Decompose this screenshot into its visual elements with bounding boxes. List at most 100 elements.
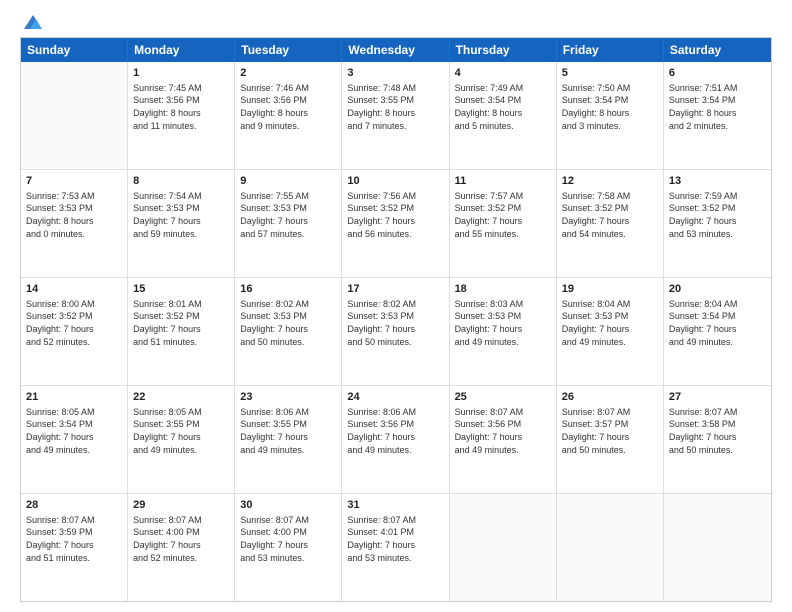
day-number: 26 (562, 390, 658, 405)
cell-text: Sunrise: 7:57 AM Sunset: 3:52 PM Dayligh… (455, 190, 551, 240)
cell-text: Sunrise: 8:00 AM Sunset: 3:52 PM Dayligh… (26, 298, 122, 348)
cell-text: Sunrise: 8:06 AM Sunset: 3:55 PM Dayligh… (240, 406, 336, 456)
day-number: 31 (347, 498, 443, 513)
calendar-cell: 10Sunrise: 7:56 AM Sunset: 3:52 PM Dayli… (342, 170, 449, 277)
calendar-cell: 21Sunrise: 8:05 AM Sunset: 3:54 PM Dayli… (21, 386, 128, 493)
day-number: 11 (455, 174, 551, 189)
day-number: 18 (455, 282, 551, 297)
calendar-cell: 22Sunrise: 8:05 AM Sunset: 3:55 PM Dayli… (128, 386, 235, 493)
day-number: 6 (669, 66, 766, 81)
calendar-cell: 17Sunrise: 8:02 AM Sunset: 3:53 PM Dayli… (342, 278, 449, 385)
calendar-cell: 27Sunrise: 8:07 AM Sunset: 3:58 PM Dayli… (664, 386, 771, 493)
day-number: 27 (669, 390, 766, 405)
day-number: 3 (347, 66, 443, 81)
calendar-cell: 13Sunrise: 7:59 AM Sunset: 3:52 PM Dayli… (664, 170, 771, 277)
header-day-saturday: Saturday (664, 38, 771, 62)
logo-icon (22, 11, 44, 33)
cell-text: Sunrise: 7:54 AM Sunset: 3:53 PM Dayligh… (133, 190, 229, 240)
header-day-thursday: Thursday (450, 38, 557, 62)
day-number: 28 (26, 498, 122, 513)
header-day-wednesday: Wednesday (342, 38, 449, 62)
cell-text: Sunrise: 8:03 AM Sunset: 3:53 PM Dayligh… (455, 298, 551, 348)
calendar-cell (557, 494, 664, 601)
calendar-cell: 3Sunrise: 7:48 AM Sunset: 3:55 PM Daylig… (342, 62, 449, 169)
calendar-cell: 4Sunrise: 7:49 AM Sunset: 3:54 PM Daylig… (450, 62, 557, 169)
cell-text: Sunrise: 7:55 AM Sunset: 3:53 PM Dayligh… (240, 190, 336, 240)
cell-text: Sunrise: 8:02 AM Sunset: 3:53 PM Dayligh… (240, 298, 336, 348)
day-number: 29 (133, 498, 229, 513)
day-number: 15 (133, 282, 229, 297)
calendar: SundayMondayTuesdayWednesdayThursdayFrid… (20, 37, 772, 602)
header-day-sunday: Sunday (21, 38, 128, 62)
day-number: 19 (562, 282, 658, 297)
calendar-cell: 20Sunrise: 8:04 AM Sunset: 3:54 PM Dayli… (664, 278, 771, 385)
day-number: 16 (240, 282, 336, 297)
cell-text: Sunrise: 8:07 AM Sunset: 4:01 PM Dayligh… (347, 514, 443, 564)
cell-text: Sunrise: 7:45 AM Sunset: 3:56 PM Dayligh… (133, 82, 229, 132)
day-number: 4 (455, 66, 551, 81)
calendar-row: 14Sunrise: 8:00 AM Sunset: 3:52 PM Dayli… (21, 278, 771, 386)
cell-text: Sunrise: 7:56 AM Sunset: 3:52 PM Dayligh… (347, 190, 443, 240)
calendar-cell: 18Sunrise: 8:03 AM Sunset: 3:53 PM Dayli… (450, 278, 557, 385)
day-number: 24 (347, 390, 443, 405)
calendar-cell: 11Sunrise: 7:57 AM Sunset: 3:52 PM Dayli… (450, 170, 557, 277)
day-number: 22 (133, 390, 229, 405)
logo (20, 19, 44, 29)
calendar-cell: 8Sunrise: 7:54 AM Sunset: 3:53 PM Daylig… (128, 170, 235, 277)
day-number: 10 (347, 174, 443, 189)
calendar-row: 28Sunrise: 8:07 AM Sunset: 3:59 PM Dayli… (21, 494, 771, 601)
cell-text: Sunrise: 7:49 AM Sunset: 3:54 PM Dayligh… (455, 82, 551, 132)
calendar-cell: 19Sunrise: 8:04 AM Sunset: 3:53 PM Dayli… (557, 278, 664, 385)
calendar-cell: 28Sunrise: 8:07 AM Sunset: 3:59 PM Dayli… (21, 494, 128, 601)
cell-text: Sunrise: 7:59 AM Sunset: 3:52 PM Dayligh… (669, 190, 766, 240)
cell-text: Sunrise: 7:48 AM Sunset: 3:55 PM Dayligh… (347, 82, 443, 132)
calendar-cell: 23Sunrise: 8:06 AM Sunset: 3:55 PM Dayli… (235, 386, 342, 493)
header-day-tuesday: Tuesday (235, 38, 342, 62)
calendar-cell: 26Sunrise: 8:07 AM Sunset: 3:57 PM Dayli… (557, 386, 664, 493)
calendar-cell: 2Sunrise: 7:46 AM Sunset: 3:56 PM Daylig… (235, 62, 342, 169)
cell-text: Sunrise: 7:46 AM Sunset: 3:56 PM Dayligh… (240, 82, 336, 132)
cell-text: Sunrise: 8:01 AM Sunset: 3:52 PM Dayligh… (133, 298, 229, 348)
cell-text: Sunrise: 8:04 AM Sunset: 3:53 PM Dayligh… (562, 298, 658, 348)
calendar-cell: 24Sunrise: 8:06 AM Sunset: 3:56 PM Dayli… (342, 386, 449, 493)
day-number: 5 (562, 66, 658, 81)
cell-text: Sunrise: 7:50 AM Sunset: 3:54 PM Dayligh… (562, 82, 658, 132)
calendar-cell: 1Sunrise: 7:45 AM Sunset: 3:56 PM Daylig… (128, 62, 235, 169)
day-number: 8 (133, 174, 229, 189)
calendar-cell: 29Sunrise: 8:07 AM Sunset: 4:00 PM Dayli… (128, 494, 235, 601)
header-day-monday: Monday (128, 38, 235, 62)
cell-text: Sunrise: 8:07 AM Sunset: 4:00 PM Dayligh… (240, 514, 336, 564)
calendar-row: 1Sunrise: 7:45 AM Sunset: 3:56 PM Daylig… (21, 62, 771, 170)
calendar-row: 21Sunrise: 8:05 AM Sunset: 3:54 PM Dayli… (21, 386, 771, 494)
cell-text: Sunrise: 7:51 AM Sunset: 3:54 PM Dayligh… (669, 82, 766, 132)
calendar-header: SundayMondayTuesdayWednesdayThursdayFrid… (21, 38, 771, 62)
day-number: 12 (562, 174, 658, 189)
header (20, 15, 772, 29)
day-number: 14 (26, 282, 122, 297)
calendar-cell (21, 62, 128, 169)
calendar-cell: 9Sunrise: 7:55 AM Sunset: 3:53 PM Daylig… (235, 170, 342, 277)
calendar-cell: 16Sunrise: 8:02 AM Sunset: 3:53 PM Dayli… (235, 278, 342, 385)
calendar-cell (664, 494, 771, 601)
cell-text: Sunrise: 8:07 AM Sunset: 3:59 PM Dayligh… (26, 514, 122, 564)
header-day-friday: Friday (557, 38, 664, 62)
calendar-cell: 6Sunrise: 7:51 AM Sunset: 3:54 PM Daylig… (664, 62, 771, 169)
calendar-cell: 30Sunrise: 8:07 AM Sunset: 4:00 PM Dayli… (235, 494, 342, 601)
cell-text: Sunrise: 8:07 AM Sunset: 3:56 PM Dayligh… (455, 406, 551, 456)
calendar-cell: 25Sunrise: 8:07 AM Sunset: 3:56 PM Dayli… (450, 386, 557, 493)
calendar-cell: 15Sunrise: 8:01 AM Sunset: 3:52 PM Dayli… (128, 278, 235, 385)
day-number: 1 (133, 66, 229, 81)
day-number: 7 (26, 174, 122, 189)
cell-text: Sunrise: 8:07 AM Sunset: 3:58 PM Dayligh… (669, 406, 766, 456)
day-number: 21 (26, 390, 122, 405)
cell-text: Sunrise: 8:06 AM Sunset: 3:56 PM Dayligh… (347, 406, 443, 456)
day-number: 13 (669, 174, 766, 189)
calendar-body: 1Sunrise: 7:45 AM Sunset: 3:56 PM Daylig… (21, 62, 771, 601)
day-number: 17 (347, 282, 443, 297)
day-number: 2 (240, 66, 336, 81)
day-number: 25 (455, 390, 551, 405)
calendar-cell: 14Sunrise: 8:00 AM Sunset: 3:52 PM Dayli… (21, 278, 128, 385)
cell-text: Sunrise: 7:58 AM Sunset: 3:52 PM Dayligh… (562, 190, 658, 240)
cell-text: Sunrise: 8:05 AM Sunset: 3:55 PM Dayligh… (133, 406, 229, 456)
calendar-cell: 5Sunrise: 7:50 AM Sunset: 3:54 PM Daylig… (557, 62, 664, 169)
